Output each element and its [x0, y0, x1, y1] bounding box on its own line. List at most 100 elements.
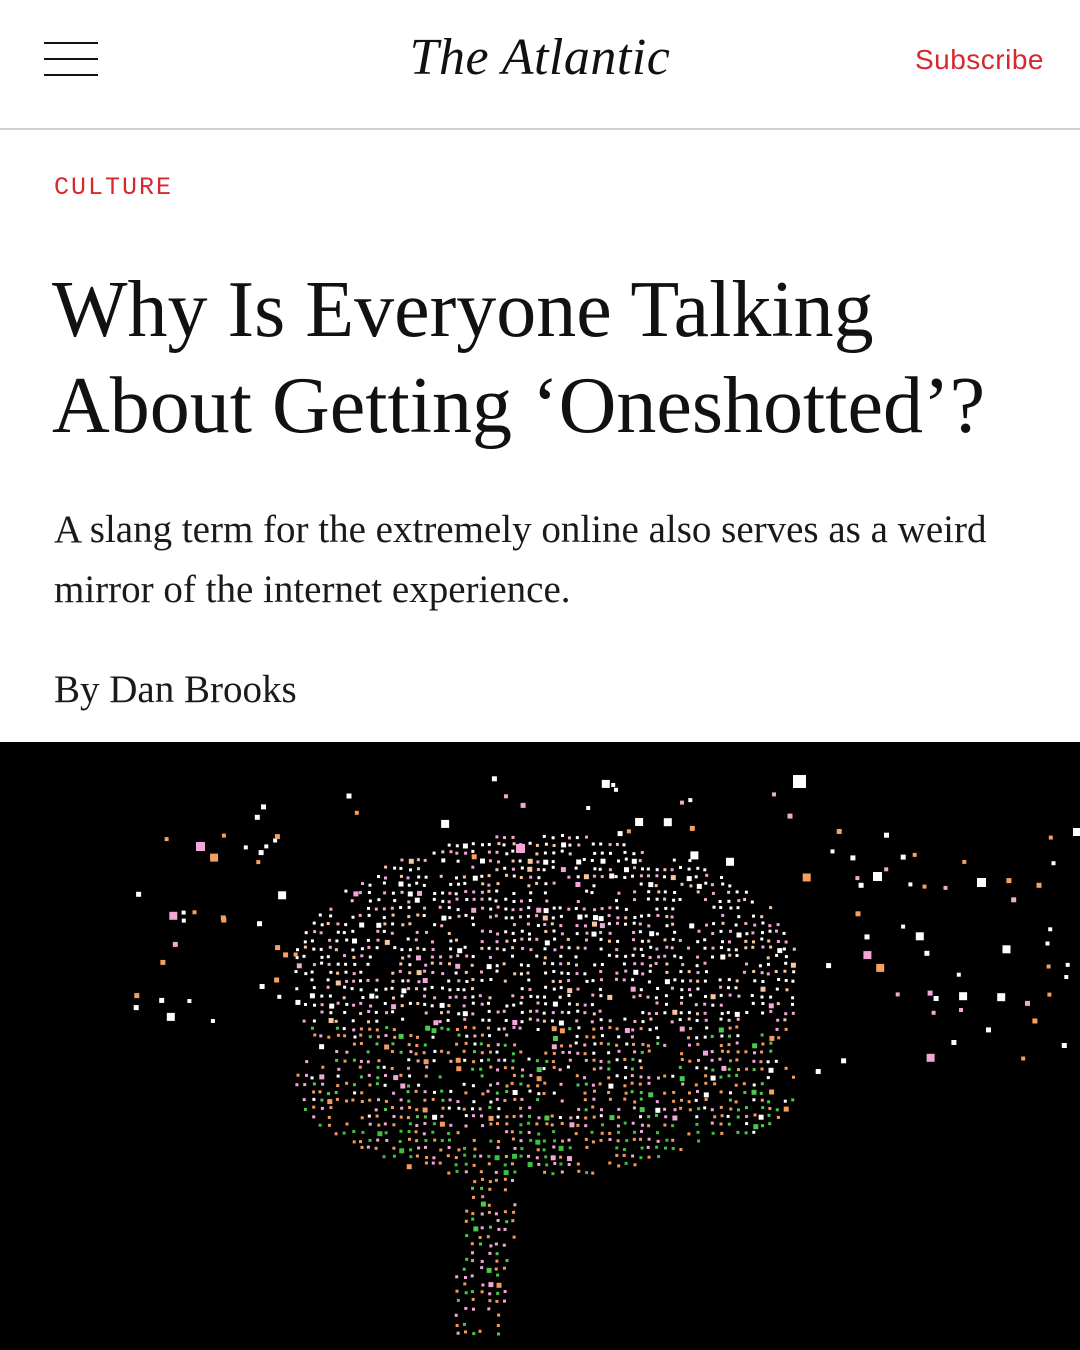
- scatter-pixel: [962, 859, 967, 864]
- brain-pixel: [481, 1018, 485, 1022]
- scatter-pixel: [1021, 1056, 1026, 1061]
- brain-pixel: [375, 1114, 379, 1118]
- brain-pixel: [465, 980, 469, 983]
- brain-pixel: [624, 969, 628, 973]
- brain-pixel: [608, 1131, 612, 1135]
- brain-pixel: [398, 1140, 402, 1143]
- brain-pixel: [472, 1195, 475, 1199]
- brain-pixel: [769, 1041, 773, 1045]
- scatter-pixel: [997, 993, 1006, 1002]
- brain-pixel: [344, 889, 348, 893]
- brain-pixel: [617, 891, 621, 895]
- section-label[interactable]: CULTURE: [54, 172, 173, 204]
- brain-pixel: [511, 859, 515, 863]
- scatter-pixel: [1048, 835, 1053, 840]
- brain-pixel: [400, 994, 404, 998]
- brain-pixel: [441, 986, 444, 990]
- brain-pixel: [687, 1011, 691, 1015]
- brain-pixel: [470, 1290, 474, 1294]
- brain-pixel: [528, 937, 532, 941]
- brain-pixel: [745, 932, 749, 936]
- subscribe-link[interactable]: Subscribe: [915, 42, 1044, 78]
- brain-pixel: [382, 929, 386, 933]
- brain-pixel: [392, 1091, 396, 1095]
- brain-pixel: [358, 913, 362, 917]
- brain-pixel: [487, 946, 491, 950]
- brain-pixel: [696, 883, 702, 889]
- brain-pixel: [577, 1169, 581, 1173]
- brain-pixel: [710, 994, 716, 1000]
- brain-pixel: [473, 1050, 476, 1054]
- brain-pixel: [407, 1084, 410, 1088]
- brain-pixel: [553, 1139, 557, 1143]
- brain-pixel: [599, 970, 603, 973]
- brain-pixel: [504, 916, 508, 920]
- brain-pixel: [593, 963, 597, 967]
- brain-pixel: [489, 1065, 493, 1069]
- brain-pixel: [422, 1051, 426, 1055]
- brain-pixel: [760, 995, 764, 999]
- brain-pixel: [368, 955, 372, 959]
- brain-pixel: [390, 1067, 394, 1070]
- brain-pixel: [543, 961, 546, 965]
- brain-pixel: [695, 964, 699, 968]
- brain-pixel: [415, 1124, 419, 1127]
- brain-pixel: [503, 1066, 507, 1070]
- brain-pixel: [575, 882, 581, 887]
- brain-pixel: [791, 1098, 795, 1102]
- brain-pixel: [583, 1098, 587, 1102]
- brain-pixel: [471, 978, 475, 981]
- brain-pixel: [455, 897, 459, 901]
- brain-pixel: [424, 963, 428, 967]
- brain-pixel: [633, 969, 639, 975]
- brain-pixel: [696, 940, 700, 944]
- brain-pixel: [511, 1219, 515, 1223]
- brain-pixel: [472, 1307, 475, 1311]
- brain-pixel: [488, 859, 492, 863]
- brain-pixel: [543, 947, 547, 951]
- brain-pixel: [344, 923, 348, 927]
- brain-pixel: [664, 994, 668, 998]
- brain-pixel: [384, 1108, 387, 1111]
- brain-pixel: [303, 945, 307, 949]
- brain-pixel: [576, 946, 580, 950]
- brain-pixel: [457, 979, 461, 983]
- brain-pixel: [519, 907, 523, 911]
- brain-pixel: [600, 1026, 604, 1030]
- brain-pixel: [441, 850, 445, 854]
- brain-pixel: [590, 1130, 594, 1134]
- brain-pixel: [519, 1050, 523, 1054]
- brain-pixel: [615, 1043, 619, 1047]
- brain-pixel: [632, 995, 636, 999]
- brain-pixel: [353, 891, 359, 897]
- brain-pixel: [495, 1252, 499, 1256]
- brain-pixel: [480, 874, 484, 878]
- brain-pixel: [455, 938, 458, 942]
- brain-pixel: [705, 970, 708, 974]
- scatter-pixel: [520, 802, 526, 808]
- brain-pixel: [321, 1082, 325, 1086]
- brain-pixel: [503, 1227, 507, 1231]
- brain-pixel: [559, 986, 563, 990]
- brain-pixel: [495, 835, 499, 839]
- brain-pixel: [352, 1083, 356, 1087]
- brain-pixel: [719, 1122, 723, 1126]
- brain-pixel: [718, 900, 722, 903]
- brain-pixel: [727, 986, 730, 990]
- brain-pixel: [456, 908, 460, 912]
- brain-pixel: [520, 937, 524, 941]
- brain-pixel: [655, 932, 659, 936]
- brain-pixel: [599, 931, 603, 934]
- brain-pixel: [641, 1020, 645, 1024]
- brain-pixel: [545, 899, 549, 903]
- brain-pixel: [753, 1051, 756, 1055]
- author-link[interactable]: Dan Brooks: [109, 668, 296, 711]
- scatter-pixel: [601, 779, 610, 788]
- brain-pixel: [688, 1043, 691, 1047]
- brain-pixel: [520, 929, 524, 933]
- brain-pixel: [319, 1074, 325, 1080]
- brain-pixel: [633, 1020, 637, 1023]
- brain-pixel: [400, 890, 404, 894]
- brain-pixel: [703, 1002, 707, 1006]
- brain-pixel: [480, 1212, 484, 1216]
